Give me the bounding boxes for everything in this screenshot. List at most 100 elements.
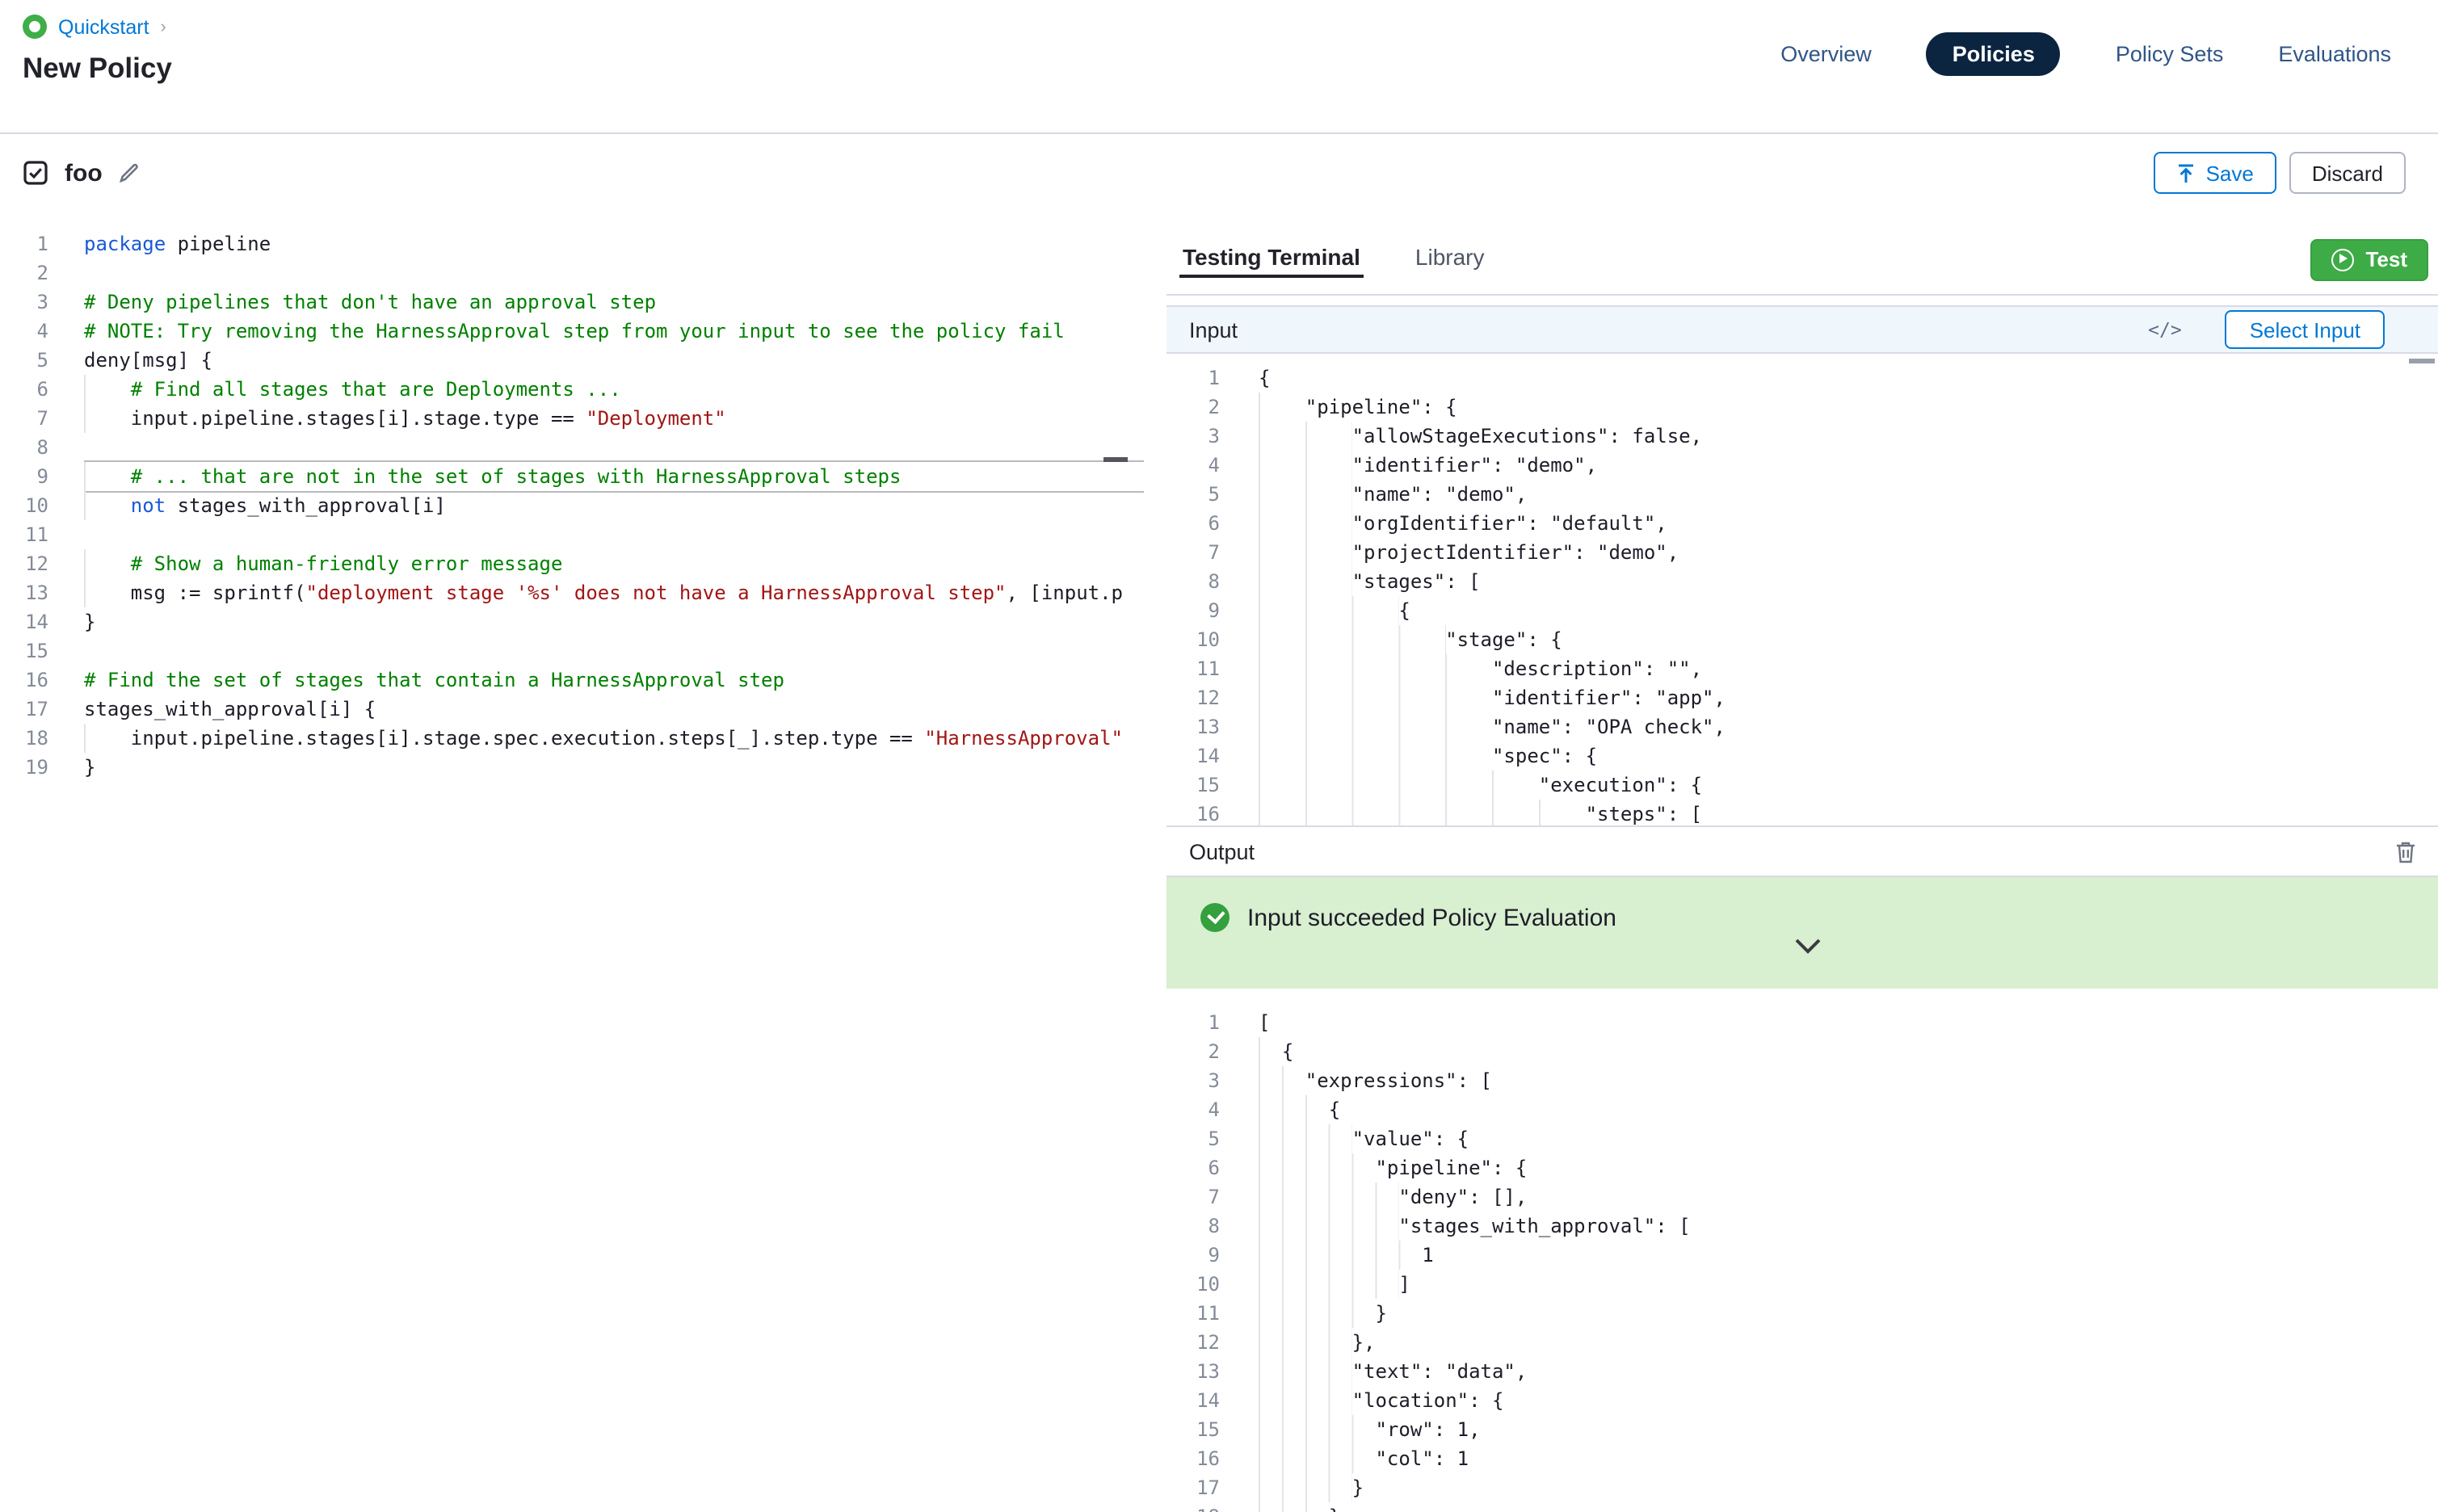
tab-testing-terminal[interactable]: Testing Terminal	[1179, 230, 1364, 288]
line-number: 7	[1166, 538, 1220, 567]
code-line[interactable]: }	[84, 607, 1147, 636]
policy-code-editor[interactable]: 12345678910111213141516171819 package pi…	[0, 212, 1147, 1512]
code-line[interactable]	[84, 520, 1147, 549]
line-number: 12	[0, 549, 48, 578]
select-input-button[interactable]: Select Input	[2226, 310, 2385, 349]
output-section-title: Output	[1189, 839, 1255, 863]
line-number: 6	[1166, 1153, 1220, 1182]
code-line[interactable]: 1	[1259, 1241, 2438, 1270]
code-line[interactable]: "text": "data",	[1259, 1357, 2438, 1386]
code-line[interactable]: "stage": {	[1259, 625, 2438, 654]
code-line[interactable]	[84, 433, 1147, 462]
code-line[interactable]: }	[84, 753, 1147, 782]
line-number: 13	[1166, 712, 1220, 741]
header-left: Quickstart › New Policy	[23, 0, 172, 132]
code-line[interactable]: "expressions": [	[1259, 1066, 2438, 1095]
code-line[interactable]: deny[msg] {	[84, 346, 1147, 375]
evaluation-success-banner: Input succeeded Policy Evaluation	[1166, 877, 2438, 989]
nav-evaluations[interactable]: Evaluations	[2278, 42, 2391, 66]
line-number: 18	[1166, 1502, 1220, 1512]
code-line[interactable]: ]	[1259, 1270, 2438, 1299]
nav-policy-sets[interactable]: Policy Sets	[2116, 42, 2224, 66]
code-line[interactable]: "location": {	[1259, 1386, 2438, 1415]
line-number: 19	[0, 753, 48, 782]
code-line[interactable]: [	[1259, 1008, 2438, 1037]
code-line[interactable]: "value": {	[1259, 1124, 2438, 1153]
code-line[interactable]: "allowStageExecutions": false,	[1259, 422, 2438, 451]
policy-editor-code[interactable]: package pipeline # Deny pipelines that do…	[84, 229, 1147, 782]
code-line[interactable]: {	[1259, 596, 2438, 625]
code-line[interactable]: "steps": [	[1259, 800, 2438, 825]
nav-overview[interactable]: Overview	[1780, 42, 1872, 66]
save-button[interactable]: Save	[2154, 152, 2276, 194]
line-number: 17	[1166, 1473, 1220, 1502]
chevron-down-icon[interactable]	[1793, 937, 1822, 955]
code-view-toggle-icon[interactable]: </>	[2148, 318, 2182, 341]
code-line[interactable]: },	[1259, 1328, 2438, 1357]
line-number: 14	[1166, 741, 1220, 771]
output-json-editor[interactable]: 123456789101112131415161718 [{"expressio…	[1166, 989, 2438, 1512]
save-button-label: Save	[2206, 161, 2254, 185]
nav-policies[interactable]: Policies	[1927, 32, 2061, 76]
code-line[interactable]: "identifier": "app",	[1259, 683, 2438, 712]
code-line[interactable]: }	[1259, 1502, 2438, 1512]
code-line[interactable]: # Show a human-friendly error message	[84, 549, 1147, 578]
code-line[interactable]: stages_with_approval[i] {	[84, 695, 1147, 724]
code-line[interactable]: "projectIdentifier": "demo",	[1259, 538, 2438, 567]
code-line[interactable]: {	[1259, 363, 2438, 393]
code-line[interactable]	[84, 636, 1147, 666]
code-line[interactable]	[84, 258, 1147, 288]
code-line[interactable]: "execution": {	[1259, 771, 2438, 800]
line-number: 10	[0, 491, 48, 520]
edit-pencil-icon[interactable]	[119, 162, 141, 184]
code-line[interactable]: "col": 1	[1259, 1444, 2438, 1473]
input-json-editor[interactable]: 12345678910111213141516 {"pipeline": {"a…	[1166, 354, 2438, 825]
tab-library[interactable]: Library	[1412, 230, 1488, 288]
line-number: 2	[0, 258, 48, 288]
code-line[interactable]: "pipeline": {	[1259, 1153, 2438, 1182]
code-line[interactable]: not stages_with_approval[i]	[84, 491, 1147, 520]
code-line[interactable]: "stages": [	[1259, 567, 2438, 596]
code-line[interactable]: "pipeline": {	[1259, 393, 2438, 422]
code-line[interactable]: # NOTE: Try removing the HarnessApproval…	[84, 317, 1147, 346]
code-line[interactable]: "orgIdentifier": "default",	[1259, 509, 2438, 538]
toolbar-actions: Save Discard	[2154, 152, 2406, 194]
line-number: 1	[1166, 363, 1220, 393]
line-number: 11	[0, 520, 48, 549]
code-line[interactable]: # ... that are not in the set of stages …	[84, 462, 1147, 491]
code-line[interactable]: "deny": [],	[1259, 1182, 2438, 1212]
chevron-right-icon: ›	[161, 17, 166, 36]
code-line[interactable]: msg := sprintf("deployment stage '%s' do…	[84, 578, 1147, 607]
code-line[interactable]: # Deny pipelines that don't have an appr…	[84, 288, 1147, 317]
input-editor-code[interactable]: {"pipeline": {"allowStageExecutions": fa…	[1259, 363, 2438, 825]
code-line[interactable]: "name": "OPA check",	[1259, 712, 2438, 741]
test-button[interactable]: Test	[2310, 238, 2428, 280]
policy-icon	[23, 160, 48, 186]
code-line[interactable]: "name": "demo",	[1259, 480, 2438, 509]
code-line[interactable]: # Find all stages that are Deployments .…	[84, 375, 1147, 404]
code-line[interactable]: "identifier": "demo",	[1259, 451, 2438, 480]
code-line[interactable]: input.pipeline.stages[i].stage.type == "…	[84, 404, 1147, 433]
scrollbar-thumb[interactable]	[2409, 359, 2435, 363]
banner-message: Input succeeded Policy Evaluation	[1247, 904, 1616, 931]
code-line[interactable]: "spec": {	[1259, 741, 2438, 771]
line-number: 12	[1166, 1328, 1220, 1357]
output-section-header: Output	[1166, 825, 2438, 877]
code-line[interactable]: input.pipeline.stages[i].stage.spec.exec…	[84, 724, 1147, 753]
code-line[interactable]: "stages_with_approval": [	[1259, 1212, 2438, 1241]
code-line[interactable]: }	[1259, 1299, 2438, 1328]
code-line[interactable]: {	[1259, 1095, 2438, 1124]
harness-logo-icon	[23, 15, 47, 39]
input-editor-gutter: 12345678910111213141516	[1166, 363, 1220, 825]
breadcrumb-quickstart-link[interactable]: Quickstart	[58, 15, 149, 38]
code-line[interactable]: "description": "",	[1259, 654, 2438, 683]
discard-button[interactable]: Discard	[2289, 152, 2406, 194]
code-line[interactable]: {	[1259, 1037, 2438, 1066]
output-editor-code[interactable]: [{"expressions": [{"value": {"pipeline":…	[1259, 1008, 2438, 1512]
test-button-label: Test	[2365, 247, 2407, 271]
code-line[interactable]: # Find the set of stages that contain a …	[84, 666, 1147, 695]
code-line[interactable]: }	[1259, 1473, 2438, 1502]
trash-icon[interactable]	[2394, 839, 2417, 863]
code-line[interactable]: "row": 1,	[1259, 1415, 2438, 1444]
code-line[interactable]: package pipeline	[84, 229, 1147, 258]
